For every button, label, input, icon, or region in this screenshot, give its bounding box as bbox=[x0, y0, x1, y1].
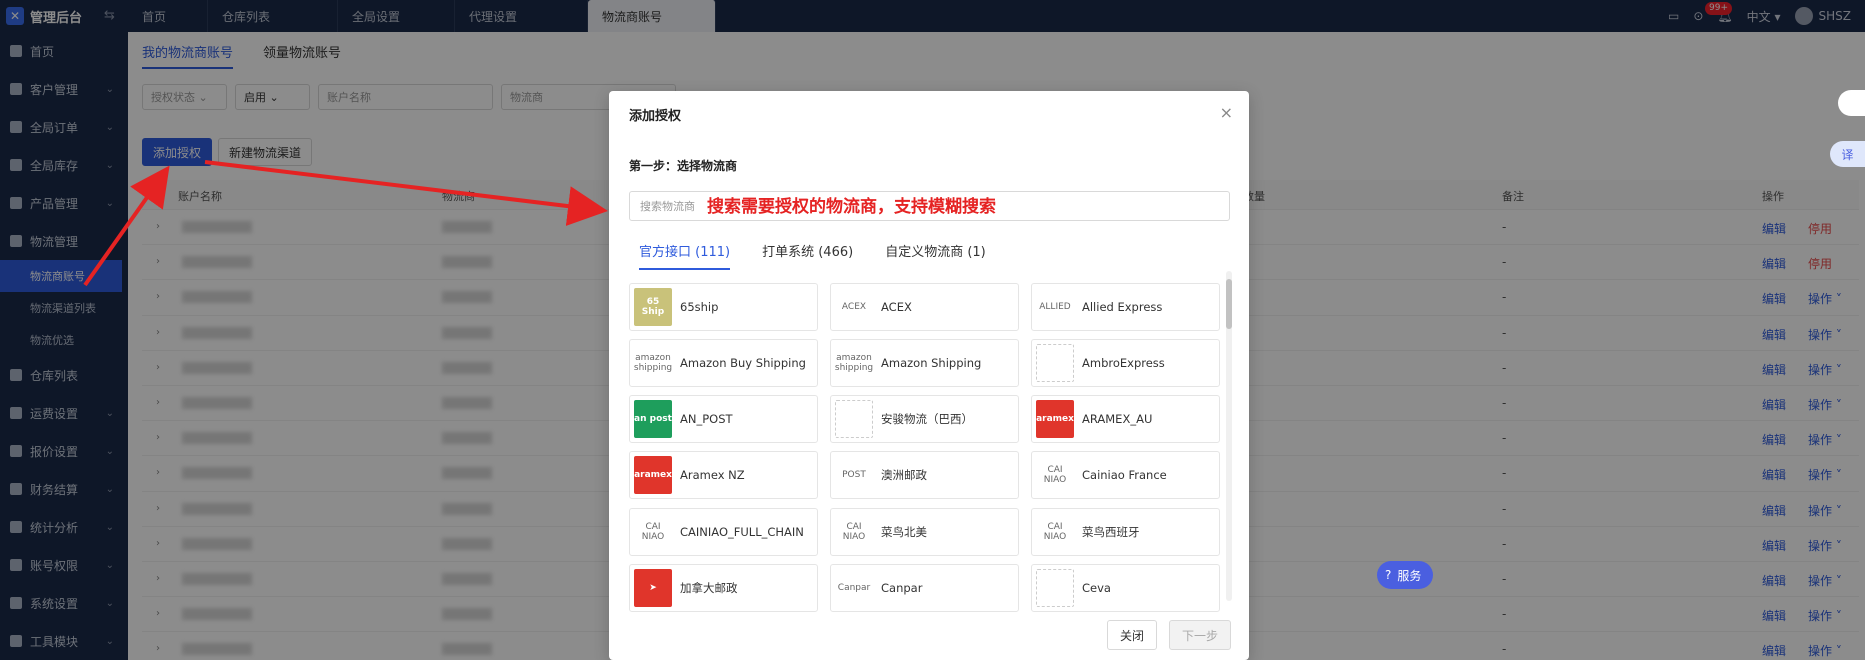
tab-official-api[interactable]: 官方接口 (111) bbox=[639, 241, 731, 270]
carrier-card[interactable]: CAI NIAO CAINIAO_FULL_CHAIN bbox=[629, 507, 818, 556]
tab-custom-carrier[interactable]: 自定义物流商 (1) bbox=[885, 241, 986, 270]
carrier-name: Aramex NZ bbox=[680, 468, 745, 483]
carrier-logo bbox=[835, 400, 873, 439]
carrier-name: Amazon Buy Shipping bbox=[680, 356, 806, 371]
service-button[interactable]: ? 服务 bbox=[1377, 561, 1434, 589]
carrier-logo: 65 Ship bbox=[634, 288, 672, 326]
carrier-logo: ACEX bbox=[835, 288, 873, 326]
carrier-logo: CAI NIAO bbox=[1036, 456, 1074, 495]
carrier-name: 澳洲邮政 bbox=[881, 468, 927, 483]
carrier-card[interactable]: an post AN_POST bbox=[629, 395, 818, 444]
carrier-card[interactable]: CAI NIAO 菜鸟西班牙 bbox=[1031, 507, 1220, 556]
carrier-name: ACEX bbox=[881, 300, 912, 314]
scrollbar-thumb[interactable] bbox=[1226, 279, 1232, 329]
carrier-card[interactable]: AmbroExpress bbox=[1031, 339, 1220, 388]
carrier-card[interactable]: ALLIED Allied Express bbox=[1031, 283, 1220, 331]
step-label: 第一步：选择物流商 bbox=[629, 159, 738, 173]
carrier-card[interactable]: amazon shipping Amazon Shipping bbox=[830, 339, 1019, 388]
carrier-logo: POST bbox=[835, 456, 873, 495]
carrier-logo: CAI NIAO bbox=[1036, 512, 1074, 551]
carrier-logo: ➤ bbox=[634, 568, 672, 607]
scrollbar[interactable] bbox=[1226, 271, 1232, 601]
carrier-logo: CAI NIAO bbox=[634, 512, 672, 551]
carrier-logo bbox=[1036, 568, 1074, 607]
tab-print-system[interactable]: 打单系统 (466) bbox=[762, 241, 853, 270]
carrier-card[interactable]: CAI NIAO 菜鸟北美 bbox=[830, 507, 1019, 556]
carrier-name: 菜鸟北美 bbox=[881, 524, 927, 539]
carrier-card[interactable]: CAI NIAO Cainiao France bbox=[1031, 451, 1220, 500]
carrier-logo: CAI NIAO bbox=[835, 512, 873, 551]
modal-footer: 关闭 下一步 bbox=[1106, 620, 1231, 650]
carrier-logo: an post bbox=[634, 400, 672, 439]
close-button[interactable]: 关闭 bbox=[1106, 620, 1157, 650]
carrier-card[interactable]: 安骏物流（巴西） bbox=[830, 395, 1019, 444]
carrier-logo: Canpar bbox=[835, 568, 873, 607]
service-label: 服务 bbox=[1397, 568, 1422, 583]
modal-tabs: 官方接口 (111) 打单系统 (466) 自定义物流商 (1) bbox=[639, 241, 986, 270]
carrier-name: Amazon Shipping bbox=[881, 356, 982, 371]
close-icon[interactable]: × bbox=[1220, 103, 1233, 122]
assistant-float-button[interactable] bbox=[1838, 90, 1865, 116]
add-auth-modal: 添加授权 × 第一步：选择物流商 搜索物流商 搜索需要授权的物流商，支持模糊搜索… bbox=[609, 91, 1249, 660]
carrier-card[interactable]: POST 澳洲邮政 bbox=[830, 451, 1019, 500]
carrier-logo bbox=[1036, 344, 1074, 383]
modal-title: 添加授权 bbox=[629, 109, 682, 124]
carrier-name: Ceva bbox=[1082, 580, 1111, 595]
carrier-card[interactable]: ➤ 加拿大邮政 bbox=[629, 563, 818, 612]
carrier-logo: amazon shipping bbox=[835, 344, 873, 383]
carrier-logo: aramex bbox=[634, 456, 672, 495]
search-placeholder: 搜索物流商 bbox=[640, 200, 695, 213]
carrier-logo: aramex bbox=[1036, 400, 1074, 439]
carrier-card[interactable]: 65 Ship 65ship bbox=[629, 283, 818, 331]
carrier-card[interactable]: Ceva bbox=[1031, 563, 1220, 612]
translate-float-button[interactable]: 译 bbox=[1830, 141, 1865, 167]
carrier-logo: amazon shipping bbox=[634, 344, 672, 383]
carrier-card[interactable]: ACEX ACEX bbox=[830, 283, 1019, 331]
next-button[interactable]: 下一步 bbox=[1168, 620, 1231, 650]
carrier-name: CAINIAO_FULL_CHAIN bbox=[680, 524, 804, 539]
carrier-card[interactable]: aramex Aramex NZ bbox=[629, 451, 818, 500]
carrier-name: 加拿大邮政 bbox=[680, 580, 738, 595]
carrier-card[interactable]: amazon shipping Amazon Buy Shipping bbox=[629, 339, 818, 388]
carrier-name: 菜鸟西班牙 bbox=[1082, 524, 1140, 539]
carrier-name: 安骏物流（巴西） bbox=[881, 412, 973, 427]
carrier-name: Cainiao France bbox=[1082, 468, 1167, 483]
carrier-card[interactable]: aramex ARAMEX_AU bbox=[1031, 395, 1220, 444]
carrier-name: 65ship bbox=[680, 300, 719, 314]
carrier-logo: ALLIED bbox=[1036, 288, 1074, 326]
carrier-name: Canpar bbox=[881, 580, 923, 595]
carrier-name: ARAMEX_AU bbox=[1082, 412, 1153, 427]
carrier-name: AmbroExpress bbox=[1082, 356, 1165, 371]
annotation-text: 搜索需要授权的物流商，支持模糊搜索 bbox=[707, 197, 996, 217]
carrier-grid: 65 Ship 65ship ACEX ACEX ALLIED Allied Expres… bbox=[629, 283, 1224, 613]
carrier-card[interactable]: Canpar Canpar bbox=[830, 563, 1019, 612]
help-icon: ? bbox=[1385, 568, 1392, 582]
carrier-name: Allied Express bbox=[1082, 300, 1163, 314]
carrier-name: AN_POST bbox=[680, 412, 733, 427]
